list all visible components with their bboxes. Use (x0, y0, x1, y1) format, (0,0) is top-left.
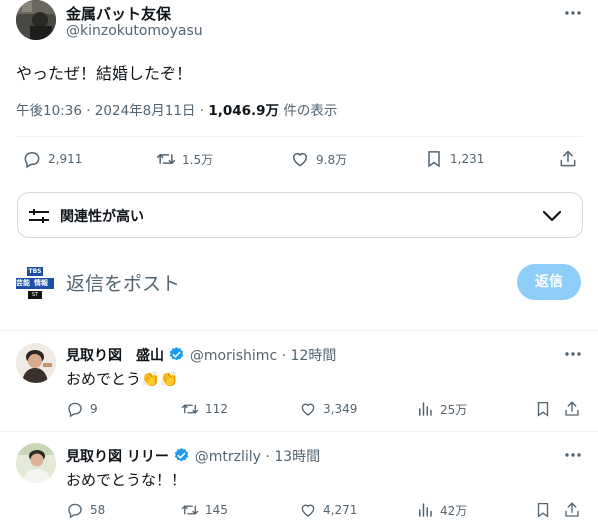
like-count: 3,349 (323, 402, 358, 416)
retweet-icon (181, 400, 199, 418)
reply-text: おめでとうな！！ (66, 471, 187, 489)
reply-icon (66, 400, 84, 418)
composer-avatar-band: 芸能 情報 (16, 278, 54, 289)
like-button[interactable]: 9.8万 (290, 149, 347, 169)
retweet-icon (181, 501, 199, 519)
chevron-down-icon (541, 206, 563, 226)
author-handle[interactable]: @kinzokutomoyasu (66, 23, 203, 39)
like-count: 4,271 (323, 503, 358, 517)
sort-label: 関連性が高い (60, 209, 144, 225)
clapping-hands-emoji: 👏👏 (141, 370, 179, 388)
reply-count: 9 (90, 402, 98, 416)
reply-text: おめでとう👏👏 (66, 368, 178, 389)
share-icon[interactable] (563, 501, 581, 519)
more-icon[interactable] (564, 446, 582, 464)
composer-avatar: TBS 芸能 情報 ST (15, 265, 55, 301)
tweet-time[interactable]: 午後10:36 (16, 103, 82, 119)
divider (0, 330, 598, 331)
reply-icon (66, 501, 84, 519)
composer-avatar-caption: ST (28, 291, 42, 299)
composer-avatar-word: 情報 (34, 279, 48, 287)
tweet-date[interactable]: 2024年8月11日 (95, 103, 196, 119)
reply-button[interactable]: 2,911 (22, 149, 82, 169)
sort-dropdown[interactable]: 関連性が高い (17, 192, 583, 238)
views-label: 件の表示 (283, 103, 338, 119)
bookmark-icon[interactable] (534, 400, 552, 418)
retweet-button[interactable]: 1.5万 (156, 149, 213, 169)
reply-handle[interactable]: @mtrzlily (195, 449, 261, 465)
retweet-button[interactable]: 112 (181, 400, 228, 418)
composer-avatar-logo: TBS (27, 267, 43, 276)
reply-submit-button[interactable]: 返信 (517, 264, 581, 300)
meta-separator: · (199, 103, 205, 119)
more-icon[interactable] (564, 4, 582, 22)
bookmark-icon[interactable] (534, 501, 552, 519)
tweet-meta: 午後10:36 · 2024年8月11日 · 1,046.9万 件の表示 (16, 99, 337, 119)
divider (0, 431, 598, 432)
reply-time[interactable]: · 13時間 (265, 449, 320, 465)
like-icon (290, 149, 310, 169)
author-avatar[interactable] (16, 0, 56, 40)
retweet-count: 112 (205, 402, 228, 416)
views-icon (416, 400, 434, 418)
bookmark-icon (424, 149, 444, 169)
reply-icon (22, 149, 42, 169)
more-icon[interactable] (564, 345, 582, 363)
like-count: 9.8万 (316, 152, 348, 167)
retweet-count: 1.5万 (182, 152, 214, 167)
reply-count: 2,911 (48, 152, 83, 166)
reply-author-name[interactable]: 見取り図 盛山 (66, 348, 164, 364)
filter-icon (28, 205, 50, 227)
verified-badge-icon (173, 447, 190, 468)
author-name[interactable]: 金属バット友保 (66, 3, 171, 24)
tweet-text: やったぜ！結婚したぞ！ (16, 64, 193, 83)
reply-button[interactable]: 9 (66, 400, 98, 418)
like-button[interactable]: 4,271 (299, 501, 357, 519)
verified-badge-icon (168, 346, 185, 367)
composer-avatar-word: 芸能 (16, 279, 30, 287)
reply-text-body: おめでとう (66, 370, 142, 388)
reply-time[interactable]: · 12時間 (282, 348, 337, 364)
like-icon (299, 400, 317, 418)
share-icon[interactable] (563, 400, 581, 418)
reply-avatar[interactable] (16, 443, 56, 483)
retweet-icon (156, 149, 176, 169)
views-count: 25万 (440, 402, 468, 417)
views-button[interactable]: 25万 (416, 400, 467, 418)
bookmark-button[interactable]: 1,231 (424, 149, 484, 169)
like-button[interactable]: 3,349 (299, 400, 357, 418)
bookmark-count: 1,231 (450, 152, 485, 166)
retweet-button[interactable]: 145 (181, 501, 228, 519)
reply-avatar[interactable] (16, 343, 56, 383)
reply-header: 見取り図 盛山 @morishimc · 12時間 (66, 345, 336, 367)
like-icon (299, 501, 317, 519)
reply-count: 58 (90, 503, 106, 517)
reply-input[interactable]: 返信をポスト (66, 269, 180, 296)
meta-separator: · (86, 103, 91, 119)
retweet-count: 145 (205, 503, 228, 517)
divider (16, 136, 582, 137)
views-count: 1,046.9万 (208, 103, 280, 119)
share-icon[interactable] (558, 149, 578, 169)
reply-header: 見取り図 リリー @mtrzlily · 13時間 (66, 446, 320, 468)
views-count: 42万 (440, 503, 468, 518)
reply-button[interactable]: 58 (66, 501, 105, 519)
reply-author-name[interactable]: 見取り図 リリー (66, 449, 169, 465)
views-icon (416, 501, 434, 519)
views-button[interactable]: 42万 (416, 501, 467, 519)
reply-handle[interactable]: @morishimc (190, 348, 277, 364)
